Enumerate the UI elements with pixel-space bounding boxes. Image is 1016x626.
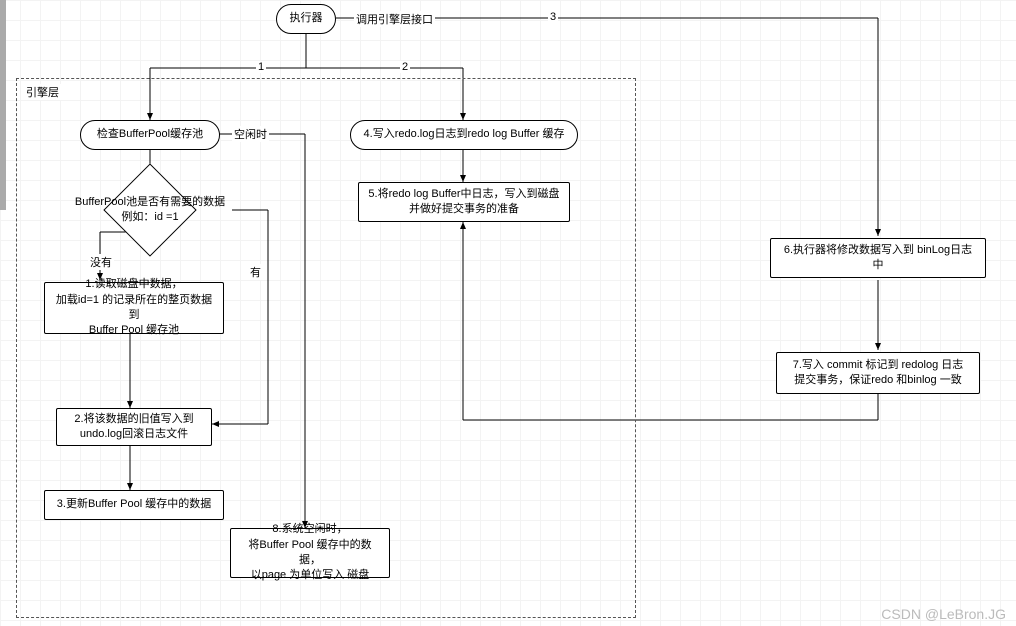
node-executor: 执行器 <box>276 4 336 34</box>
node-step6: 6.执行器将修改数据写入到 binLog日志中 <box>770 238 986 278</box>
diamond-text-span: BufferPool池是否有需要的数据 例如：id =1 <box>75 195 225 226</box>
node-executor-text: 执行器 <box>290 11 323 26</box>
node-step4-text: 4.写入redo.log日志到redo log Buffer 缓存 <box>364 127 565 142</box>
node-step1: 1.读取磁盘中数据， 加载id=1 的记录所在的整页数据到 Buffer Poo… <box>44 282 224 334</box>
node-step7-text: 7.写入 commit 标记到 redolog 日志 提交事务，保证redo 和… <box>793 358 964 389</box>
edge-call-engine: 调用引擎层接口 <box>354 11 435 27</box>
node-step3: 3.更新Buffer Pool 缓存中的数据 <box>44 490 224 520</box>
node-step4: 4.写入redo.log日志到redo log Buffer 缓存 <box>350 120 578 150</box>
edge-no: 没有 <box>88 254 114 270</box>
watermark: CSDN @LeBron.JG <box>881 606 1006 622</box>
node-step5-text: 5.将redo log Buffer中日志，写入到磁盘 并做好提交事务的准备 <box>368 187 559 218</box>
left-sidebar <box>0 0 6 210</box>
edge-idle: 空闲时 <box>232 126 269 142</box>
node-has-data-text: BufferPool池是否有需要的数据 例如：id =1 <box>60 186 240 234</box>
node-step8-text: 8.系统空闲时， 将Buffer Pool 缓存中的数据， 以page 为单位写… <box>239 522 381 584</box>
node-step7: 7.写入 commit 标记到 redolog 日志 提交事务，保证redo 和… <box>776 352 980 394</box>
engine-layer-label: 引擎层 <box>24 84 61 100</box>
node-step1-text: 1.读取磁盘中数据， 加载id=1 的记录所在的整页数据到 Buffer Poo… <box>53 277 215 339</box>
node-check-buffer: 检查BufferPool缓存池 <box>80 120 220 150</box>
node-step3-text: 3.更新Buffer Pool 缓存中的数据 <box>57 497 211 512</box>
node-step6-text: 6.执行器将修改数据写入到 binLog日志中 <box>779 243 977 274</box>
node-check-buffer-text: 检查BufferPool缓存池 <box>97 127 203 142</box>
node-step2: 2.将该数据的旧值写入到 undo.log回滚日志文件 <box>56 408 212 446</box>
edge-one: 1 <box>256 61 266 73</box>
edge-two: 2 <box>400 61 410 73</box>
edge-has: 有 <box>248 264 263 280</box>
edge-three: 3 <box>548 11 558 23</box>
node-step8: 8.系统空闲时， 将Buffer Pool 缓存中的数据， 以page 为单位写… <box>230 528 390 578</box>
node-step2-text: 2.将该数据的旧值写入到 undo.log回滚日志文件 <box>74 412 193 443</box>
node-step5: 5.将redo log Buffer中日志，写入到磁盘 并做好提交事务的准备 <box>358 182 570 222</box>
